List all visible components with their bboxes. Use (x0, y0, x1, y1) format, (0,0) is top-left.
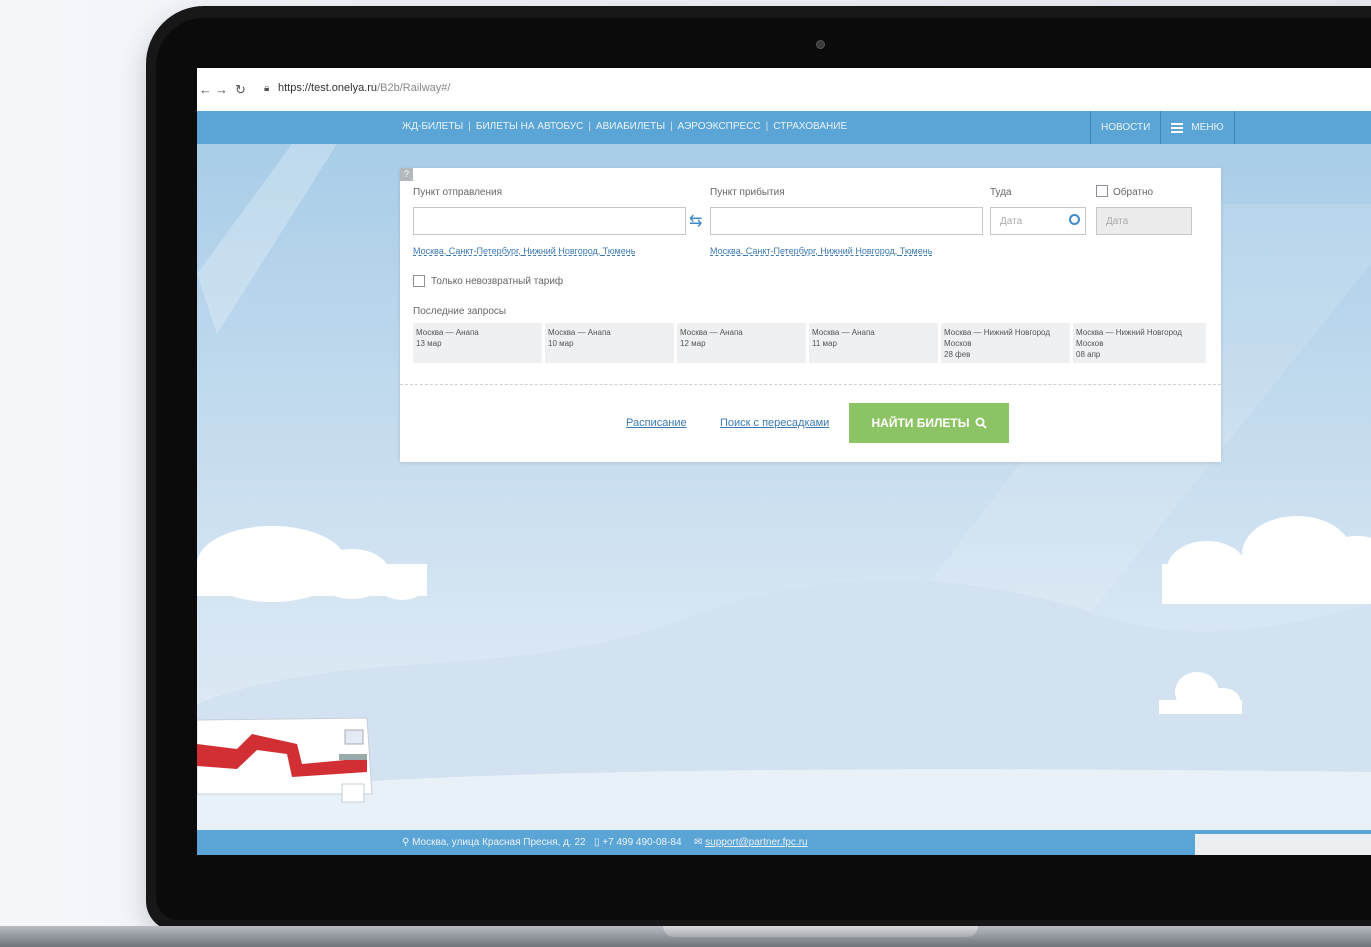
url-path: /B2b/Railway#/ (377, 82, 451, 94)
top-navigation: ЖД-БИЛЕТЫ | БИЛЕТЫ НА АВТОБУС | АВИАБИЛЕТЫ | А… (197, 111, 1371, 144)
news-label: НОВОСТИ (1101, 122, 1151, 133)
schedule-link[interactable]: Расписание (626, 417, 687, 429)
recent-request[interactable]: Москва — Анапа 13 мар (413, 323, 542, 363)
recent-request[interactable]: Москва — Нижний Новгород Москов 28 фев (941, 323, 1070, 363)
nonrefundable-checkbox[interactable] (413, 275, 425, 287)
nav-link-insurance[interactable]: СТРАХОВАНИЕ (773, 121, 847, 132)
url-domain: https://test.onelya.ru (278, 82, 378, 94)
recent-date: 08 апр (1076, 350, 1101, 359)
train-illustration (197, 717, 373, 803)
recent-route: Москва — Анапа (812, 328, 875, 337)
suggestion-link[interactable]: Нижний Новгород (523, 246, 598, 256)
clock-icon (1069, 214, 1080, 225)
from-input[interactable] (413, 207, 686, 235)
lock-icon: 🔒︎ (264, 83, 270, 94)
help-badge[interactable]: ? (400, 168, 413, 181)
recent-detail: 13 мар (416, 339, 442, 348)
recent-detail: 11 мар (812, 339, 837, 348)
footer-phone: ▯ +7 499 490-08-84 (594, 837, 682, 848)
nav-separator: | (765, 121, 769, 132)
recent-label: Последние запросы (413, 306, 507, 317)
footer-widget[interactable] (1195, 834, 1371, 855)
product-links: ЖД-БИЛЕТЫ | БИЛЕТЫ НА АВТОБУС | АВИАБИЛЕТЫ | А… (402, 121, 847, 132)
address-text: Москва, улица Красная Пресня, д. 22 (412, 837, 586, 848)
camera-icon (816, 40, 825, 49)
back-arrow-icon[interactable]: ← (199, 82, 212, 97)
recent-detail: 10 мар (548, 339, 574, 348)
from-label: Пункт отправления (413, 187, 503, 198)
cloud-left (197, 526, 427, 602)
back-date-input: Дата (1096, 207, 1192, 235)
footer-address: ⚲ Москва, улица Красная Пресня, д. 22 (402, 837, 586, 848)
news-button[interactable]: НОВОСТИ (1090, 111, 1160, 144)
nav-separator: | (670, 121, 673, 132)
footer-email: ✉ support@partner.fpc.ru (694, 837, 808, 848)
nav-link-bus[interactable]: БИЛЕТЫ НА АВТОБУС (476, 121, 583, 132)
to-suggestions: Москва, Санкт-Петербург, Нижний Новгород… (710, 246, 933, 256)
recent-detail: Москов (1076, 339, 1104, 348)
suggestion-link[interactable]: Москва (710, 246, 741, 256)
from-suggestions: Москва, Санкт-Петербург, Нижний Новгород… (413, 246, 636, 256)
screen: ← → ↻ 🔒︎ https://test.onelya.ru/B2b/Rail… (197, 68, 1371, 855)
suggestion-link[interactable]: Нижний Новгород (820, 246, 895, 256)
suggestion-link[interactable]: Москва (413, 246, 444, 256)
recent-route: Москва — Нижний Новгород (1076, 328, 1182, 337)
recent-route: Москва — Анапа (548, 328, 611, 337)
hamburger-icon (1171, 121, 1184, 135)
to-input[interactable] (710, 207, 983, 235)
there-label: Туда (990, 187, 1012, 198)
nonrefundable-label: Только невозвратный тариф (431, 276, 564, 287)
menu-button[interactable]: МЕНЮ (1160, 111, 1235, 144)
email-link[interactable]: support@partner.fpc.ru (705, 837, 807, 848)
recent-route: Москва — Нижний Новгород (944, 328, 1050, 337)
nav-separator: | (588, 121, 591, 132)
find-tickets-label: НАЙТИ БИЛЕТЫ (871, 416, 970, 430)
browser-bar: ← → ↻ 🔒︎ https://test.onelya.ru/B2b/Rail… (197, 68, 1371, 112)
there-date-placeholder: Дата (1000, 216, 1023, 227)
there-date-input[interactable]: Дата (990, 207, 1086, 235)
mail-icon: ✉ (694, 837, 706, 848)
cloud-right (1162, 516, 1371, 604)
recent-detail: Москов (944, 339, 972, 348)
laptop-base-notch (663, 926, 978, 937)
recent-request[interactable]: Москва — Анапа 10 мар (545, 323, 674, 363)
menu-label: МЕНЮ (1191, 122, 1224, 133)
location-pin-icon: ⚲ (402, 837, 413, 848)
transfers-link[interactable]: Поиск с пересадками (720, 417, 829, 429)
recent-request[interactable]: Москва — Нижний Новгород Москов 08 апр (1073, 323, 1206, 363)
suggestion-link[interactable]: Санкт-Петербург (449, 246, 519, 256)
nav-link-avia[interactable]: АВИАБИЛЕТЫ (596, 121, 665, 132)
reload-icon[interactable]: ↻ (235, 82, 246, 98)
address-bar[interactable]: https://test.onelya.ru/B2b/Railway#/ (278, 82, 450, 94)
search-form: ? Пункт отправления Пункт прибытия Туда … (400, 168, 1221, 462)
nav-separator: | (468, 121, 471, 132)
phone-text: +7 499 490-08-84 (602, 837, 682, 848)
back-date-placeholder: Дата (1106, 216, 1129, 227)
recent-route: Москва — Анапа (416, 328, 479, 337)
return-checkbox[interactable] (1096, 185, 1108, 197)
nav-link-aeroexpress[interactable]: АЭРОЭКСПРЕСС (678, 121, 761, 132)
suggestion-link[interactable]: Тюмень (603, 246, 636, 256)
nav-link-rail[interactable]: ЖД-БИЛЕТЫ (402, 121, 463, 132)
recent-request[interactable]: Москва — Анапа 12 мар (677, 323, 806, 363)
suggestion-link[interactable]: Тюмень (900, 246, 933, 256)
search-icon (975, 417, 987, 429)
recent-detail: 12 мар (680, 339, 706, 348)
footer: ⚲ Москва, улица Красная Пресня, д. 22 ▯ … (197, 830, 1371, 855)
form-divider (400, 384, 1221, 385)
suggestion-link[interactable]: Санкт-Петербург (746, 246, 816, 256)
to-label: Пункт прибытия (710, 187, 785, 198)
recent-date: 28 фев (944, 350, 971, 359)
recent-request[interactable]: Москва — Анапа 11 мар (809, 323, 938, 363)
swap-icon[interactable]: ⇆ (689, 211, 702, 231)
recent-route: Москва — Анапа (680, 328, 743, 337)
return-label: Обратно (1113, 187, 1154, 198)
find-tickets-button[interactable]: НАЙТИ БИЛЕТЫ (849, 403, 1009, 443)
forward-arrow-icon[interactable]: → (215, 82, 228, 97)
topnav-right: НОВОСТИ МЕНЮ (1090, 111, 1235, 144)
